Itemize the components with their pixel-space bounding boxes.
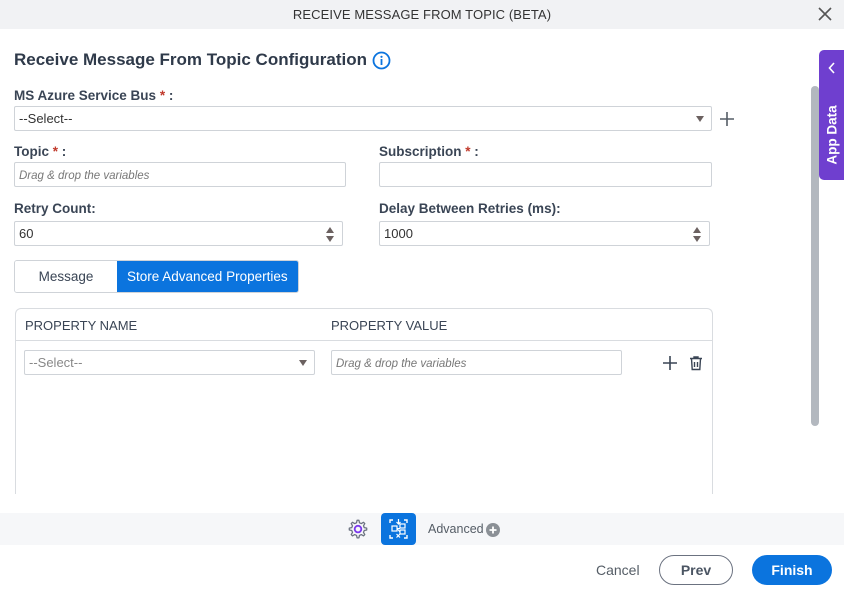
finish-button[interactable]: Finish (752, 555, 832, 585)
bottom-toolbar (0, 513, 844, 545)
close-icon[interactable] (816, 5, 834, 23)
properties-grid: PROPERTY NAME PROPERTY VALUE --Select-- … (15, 308, 713, 494)
topic-label: Topic * : (14, 144, 67, 159)
qr-mapping-icon (389, 519, 408, 539)
column-property-value: PROPERTY VALUE (331, 318, 448, 333)
retry-count-label: Retry Count: (14, 201, 96, 216)
advanced-toggle[interactable]: Advanced (428, 522, 484, 536)
tab-store-advanced-properties[interactable]: Store Advanced Properties (117, 261, 298, 292)
advanced-plus-icon[interactable] (486, 523, 500, 537)
grid-header: PROPERTY NAME PROPERTY VALUE (16, 309, 712, 341)
add-row-icon[interactable] (662, 355, 678, 371)
cancel-button[interactable]: Cancel (596, 562, 640, 578)
property-name-select[interactable]: --Select-- (24, 350, 315, 375)
scrollbar[interactable] (811, 86, 819, 426)
property-value-input[interactable]: Drag & drop the variables (331, 350, 622, 375)
app-data-panel-toggle[interactable]: App Data (819, 50, 844, 180)
service-bus-label: MS Azure Service Bus * : (14, 88, 174, 103)
tab-bar: Message Store Advanced Properties (14, 260, 299, 293)
delay-input[interactable]: 1000 (379, 221, 710, 246)
subscription-label: Subscription * : (379, 144, 479, 159)
chevron-down-icon (299, 360, 307, 366)
info-icon[interactable] (372, 51, 391, 70)
stepper-icon[interactable] (693, 225, 701, 243)
retry-count-input[interactable]: 60 (14, 221, 343, 246)
subscription-input[interactable] (379, 162, 712, 187)
chevron-down-icon (696, 116, 704, 122)
page-title: Receive Message From Topic Configuration (14, 50, 367, 69)
window-titlebar: RECEIVE MESSAGE FROM TOPIC (BETA) (0, 0, 844, 29)
trash-icon[interactable] (688, 355, 704, 371)
column-property-name: PROPERTY NAME (25, 318, 138, 333)
service-bus-select[interactable]: --Select-- (14, 106, 712, 131)
add-service-bus-icon[interactable] (719, 111, 735, 127)
delay-label: Delay Between Retries (ms): (379, 201, 561, 216)
topic-input[interactable]: Drag & drop the variables (14, 162, 346, 187)
stepper-icon[interactable] (326, 225, 334, 243)
variable-mapping-button[interactable] (381, 513, 416, 545)
chevron-left-icon (828, 62, 835, 74)
app-data-label: App Data (824, 105, 839, 165)
prev-button[interactable]: Prev (659, 555, 733, 585)
gear-icon[interactable] (347, 518, 369, 540)
window-title: RECEIVE MESSAGE FROM TOPIC (BETA) (292, 7, 552, 22)
tab-message[interactable]: Message (15, 261, 117, 292)
